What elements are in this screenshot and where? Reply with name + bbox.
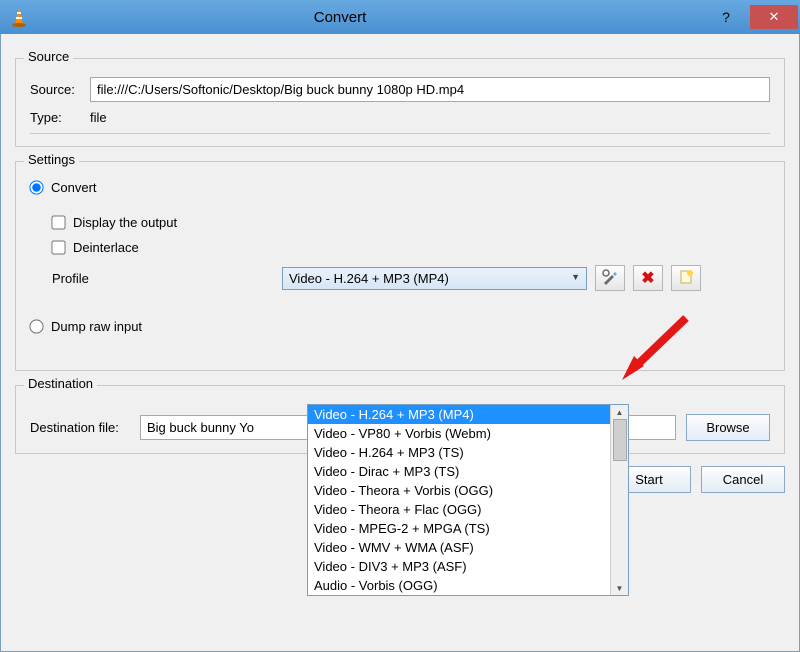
dump-raw-input[interactable] (29, 319, 43, 333)
profile-option[interactable]: Video - VP80 + Vorbis (Webm) (308, 424, 610, 443)
settings-group: Settings Convert Display the output Dein… (15, 161, 785, 371)
browse-button[interactable]: Browse (686, 414, 770, 441)
profile-option[interactable]: Video - H.264 + MP3 (MP4) (308, 405, 610, 424)
titlebar: Convert ? ✕ (0, 0, 800, 34)
deinterlace-input[interactable] (51, 240, 65, 254)
scroll-up-arrow-icon[interactable]: ▲ (611, 405, 628, 419)
tools-icon (601, 268, 619, 289)
profile-option[interactable]: Video - Dirac + MP3 (TS) (308, 462, 610, 481)
deinterlace-checkbox[interactable]: Deinterlace (52, 240, 770, 255)
profile-label: Profile (52, 271, 282, 286)
close-button[interactable]: ✕ (750, 5, 798, 29)
profile-combobox[interactable]: Video - H.264 + MP3 (MP4) (282, 267, 587, 290)
destination-legend: Destination (24, 376, 97, 391)
dropdown-scrollbar[interactable]: ▲ ▼ (610, 405, 628, 595)
convert-radio-label: Convert (51, 180, 97, 195)
source-label: Source: (30, 82, 90, 97)
profile-option[interactable]: Video - DIV3 + MP3 (ASF) (308, 557, 610, 576)
settings-legend: Settings (24, 152, 79, 167)
dump-raw-label: Dump raw input (51, 319, 142, 334)
delete-x-icon: ✖ (641, 268, 654, 288)
scroll-thumb[interactable] (613, 419, 627, 461)
window-title: Convert (0, 9, 702, 26)
deinterlace-label: Deinterlace (73, 240, 139, 255)
cancel-button[interactable]: Cancel (701, 466, 785, 493)
dump-raw-radio[interactable]: Dump raw input (30, 319, 770, 334)
profile-option[interactable]: Audio - Vorbis (OGG) (308, 576, 610, 595)
profile-option[interactable]: Video - Theora + Flac (OGG) (308, 500, 610, 519)
profile-option[interactable]: Video - Theora + Vorbis (OGG) (308, 481, 610, 500)
display-output-label: Display the output (73, 215, 177, 230)
source-group: Source Source: Type: file (15, 58, 785, 147)
delete-profile-button[interactable]: ✖ (633, 265, 663, 291)
divider (30, 133, 770, 134)
new-file-icon (678, 269, 694, 288)
convert-radio-input[interactable] (29, 180, 43, 194)
vlc-cone-icon (8, 6, 30, 28)
profile-option[interactable]: Video - WMV + WMA (ASF) (308, 538, 610, 557)
convert-radio[interactable]: Convert (30, 180, 770, 195)
new-profile-button[interactable] (671, 265, 701, 291)
destination-file-label: Destination file: (30, 420, 140, 435)
profile-dropdown-list: Video - H.264 + MP3 (MP4) Video - VP80 +… (308, 405, 610, 595)
display-output-checkbox[interactable]: Display the output (52, 215, 770, 230)
source-legend: Source (24, 49, 73, 64)
type-label: Type: (30, 110, 90, 125)
profile-dropdown[interactable]: Video - H.264 + MP3 (MP4) Video - VP80 +… (307, 404, 629, 596)
help-button[interactable]: ? (702, 5, 750, 29)
edit-profile-button[interactable] (595, 265, 625, 291)
profile-selected: Video - H.264 + MP3 (MP4) (289, 271, 449, 286)
profile-option[interactable]: Video - MPEG-2 + MPGA (TS) (308, 519, 610, 538)
profile-option[interactable]: Video - H.264 + MP3 (TS) (308, 443, 610, 462)
display-output-input[interactable] (51, 215, 65, 229)
scroll-down-arrow-icon[interactable]: ▼ (611, 581, 628, 595)
type-value: file (90, 110, 107, 125)
source-input[interactable] (90, 77, 770, 102)
